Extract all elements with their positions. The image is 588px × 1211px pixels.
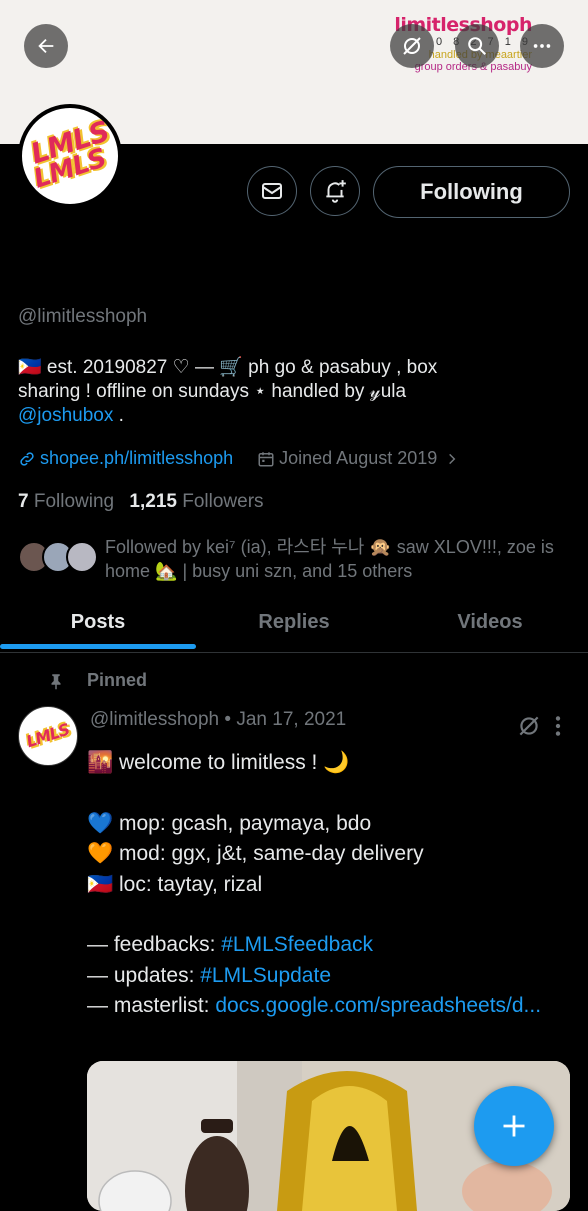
link-icon xyxy=(20,451,34,466)
followers-label: Followers xyxy=(182,491,264,512)
post-header: @limitlesshoph • Jan 17, 2021 xyxy=(90,709,346,731)
bio-line-3: @joshubox . xyxy=(18,404,578,428)
masterlist-link[interactable]: docs.google.com/spreadsheets/d... xyxy=(215,994,541,1017)
bio-line-1: 🇵🇭 est. 20190827 ♡ — 🛒 ph go & pasabuy ,… xyxy=(18,357,438,378)
bio-end: . xyxy=(113,405,124,426)
masterlist-prefix: — masterlist: xyxy=(87,994,216,1017)
post-line-masterlist: — masterlist: docs.google.com/spreadshee… xyxy=(87,991,577,1022)
vertical-more-icon xyxy=(555,716,561,736)
post-line-1: 🌇 welcome to limitless ! 🌙 xyxy=(87,751,350,774)
search-icon xyxy=(468,37,486,55)
follow-counts: 7 Following 1,215 Followers xyxy=(18,491,264,513)
mail-icon xyxy=(262,183,282,199)
pinned-label: Pinned xyxy=(87,670,148,690)
post-line-2: 💙 mop: gcash, paymaya, bdo xyxy=(87,811,372,835)
feedback-hashtag[interactable]: #LMLSfeedback xyxy=(221,933,373,956)
search-button[interactable] xyxy=(455,24,499,68)
profile-tabs: Posts Replies Videos xyxy=(0,596,588,653)
profile-bio: 🇵🇭 est. 20190827 ♡ — 🛒 ph go & pasabuy ,… xyxy=(18,356,578,428)
compose-button[interactable] xyxy=(474,1086,554,1166)
more-icon xyxy=(533,44,551,48)
profile-meta: shopee.ph/limitlesshoph Joined August 20… xyxy=(18,448,459,469)
profile-handle: @limitlesshoph xyxy=(18,306,148,327)
post-more-button[interactable] xyxy=(551,713,565,744)
pinned-indicator: Pinned xyxy=(47,670,147,691)
message-button[interactable] xyxy=(247,166,297,216)
profile-avatar[interactable]: LMLS LMLS xyxy=(18,104,122,208)
notifications-button[interactable] xyxy=(310,166,360,216)
bio-line-2: sharing ! offline on sundays ⋆ handled b… xyxy=(18,381,407,402)
grok-icon xyxy=(403,37,421,55)
bell-plus-icon xyxy=(326,180,346,203)
post-text: 🌇 welcome to limitless ! 🌙 💙 mop: gcash,… xyxy=(87,748,577,1022)
more-button[interactable] xyxy=(520,24,564,68)
tab-replies-label: Replies xyxy=(258,610,330,633)
tab-posts[interactable]: Posts xyxy=(0,596,196,649)
feedback-prefix: — feedbacks: xyxy=(87,933,222,956)
grok-icon xyxy=(519,716,539,736)
tab-videos-label: Videos xyxy=(457,610,523,633)
tab-posts-label: Posts xyxy=(70,610,126,633)
back-arrow-icon xyxy=(38,38,54,54)
post-line-4: 🇵🇭 loc: taytay, rizal xyxy=(87,872,263,896)
following-count: 7 xyxy=(18,491,29,512)
chevron-right-icon xyxy=(449,453,456,464)
joined-date[interactable]: Joined August 2019 xyxy=(279,448,437,469)
post-grok-button[interactable] xyxy=(516,713,542,744)
website-link[interactable]: shopee.ph/limitlesshoph xyxy=(40,448,233,469)
post-author-handle[interactable]: @limitlesshoph xyxy=(90,709,219,730)
follower-avatar-3 xyxy=(66,541,98,573)
followers-count-link[interactable]: 1,215 Followers xyxy=(129,491,263,512)
post-date[interactable]: • Jan 17, 2021 xyxy=(224,709,346,730)
post-line-3: 🧡 mod: ggx, j&t, same-day delivery xyxy=(87,842,424,865)
calendar-icon xyxy=(258,451,274,466)
post-avatar-logo: LMLS xyxy=(24,719,72,752)
pin-icon xyxy=(51,673,61,689)
bio-mention-link[interactable]: @joshubox xyxy=(18,405,113,426)
followers-count: 1,215 xyxy=(129,491,177,512)
post-line-feedback: — feedbacks: #LMLSfeedback xyxy=(87,930,577,961)
tab-active-indicator xyxy=(0,644,196,649)
following-count-link[interactable]: 7 Following xyxy=(18,491,114,512)
following-button[interactable]: Following xyxy=(373,166,570,218)
tab-replies[interactable]: Replies xyxy=(196,596,392,648)
post-avatar[interactable]: LMLS xyxy=(18,706,78,766)
plus-icon xyxy=(503,1115,525,1137)
tab-videos[interactable]: Videos xyxy=(392,596,588,648)
back-button[interactable] xyxy=(24,24,68,68)
updates-prefix: — updates: xyxy=(87,963,201,987)
post-line-updates: — updates: #LMLSupdate xyxy=(87,961,577,992)
followed-by-text: Followed by kei⁷ (ia), 라스타 누나 🙊 saw XLOV… xyxy=(105,537,554,581)
following-label: Following xyxy=(33,491,115,512)
updates-hashtag[interactable]: #LMLSupdate xyxy=(200,964,331,987)
grok-button[interactable] xyxy=(390,24,434,68)
